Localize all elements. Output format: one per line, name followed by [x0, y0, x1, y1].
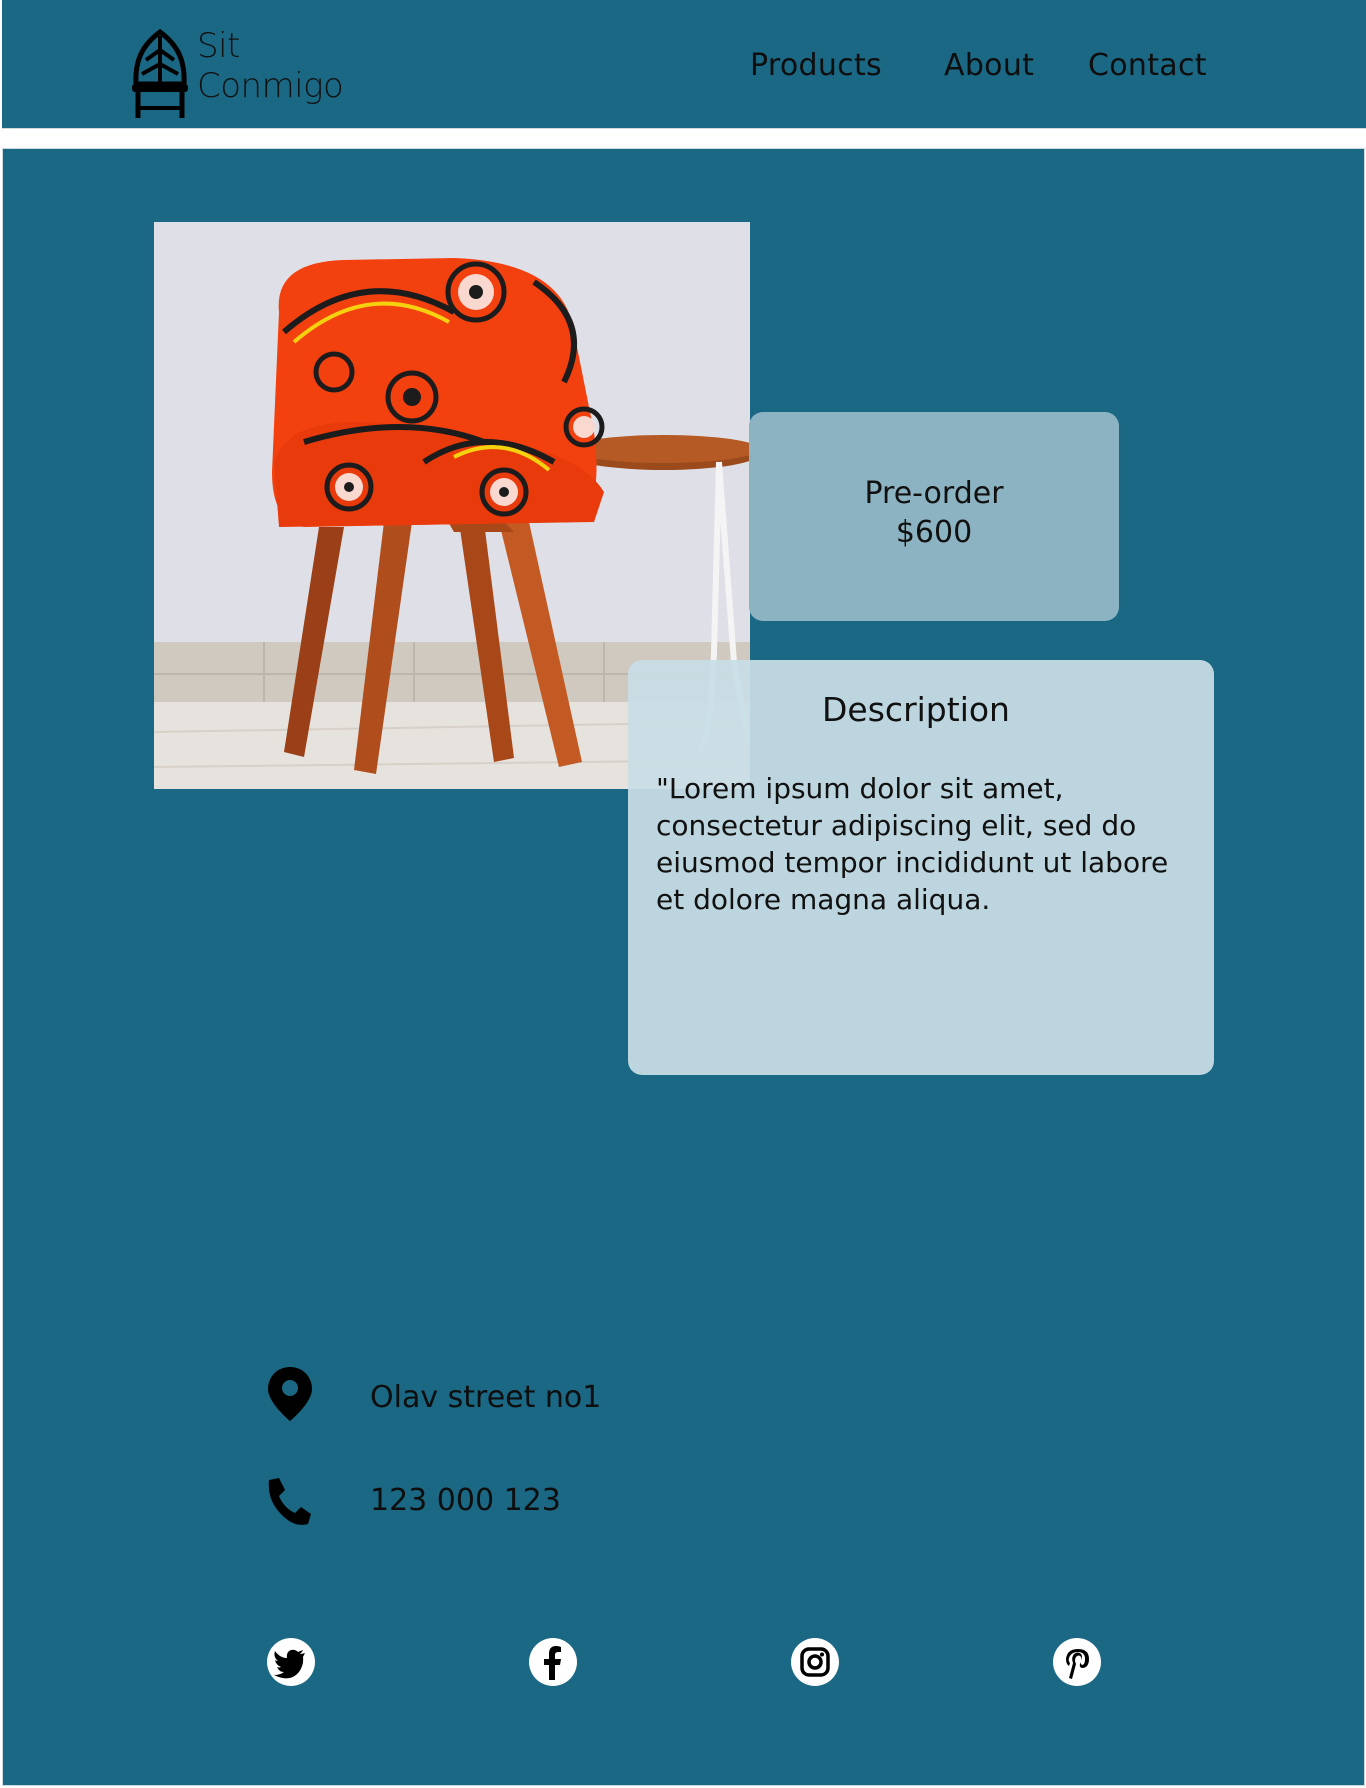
- instagram-icon[interactable]: [790, 1637, 840, 1687]
- phone-icon: [268, 1478, 311, 1525]
- brand-name[interactable]: Sit Conmigo: [197, 26, 344, 106]
- chair-leaf-logo-icon[interactable]: [129, 28, 191, 120]
- nav-products[interactable]: Products: [750, 48, 882, 83]
- map-pin-icon: [268, 1367, 312, 1421]
- twitter-icon[interactable]: [266, 1637, 316, 1687]
- description-title: Description: [822, 690, 1010, 729]
- preorder-label: Pre-order: [864, 476, 1004, 511]
- address: Olav street no1: [370, 1380, 602, 1415]
- facebook-icon[interactable]: [528, 1637, 578, 1687]
- brand-name-line2: Conmigo: [197, 66, 344, 106]
- description-panel: Description "Lorem ipsum dolor sit amet,…: [628, 660, 1214, 1075]
- pinterest-icon[interactable]: [1052, 1637, 1102, 1687]
- nav-about[interactable]: About: [944, 48, 1034, 83]
- preorder-button[interactable]: Pre-order $600: [749, 412, 1119, 621]
- brand-name-line1: Sit: [197, 26, 240, 66]
- description-text: "Lorem ipsum dolor sit amet, consectetur…: [656, 772, 1169, 916]
- phone-number: 123 000 123: [370, 1483, 561, 1518]
- nav-contact[interactable]: Contact: [1088, 48, 1207, 83]
- price: $600: [895, 515, 973, 550]
- site-header: Sit Conmigo Products About Contact: [2, 0, 1366, 129]
